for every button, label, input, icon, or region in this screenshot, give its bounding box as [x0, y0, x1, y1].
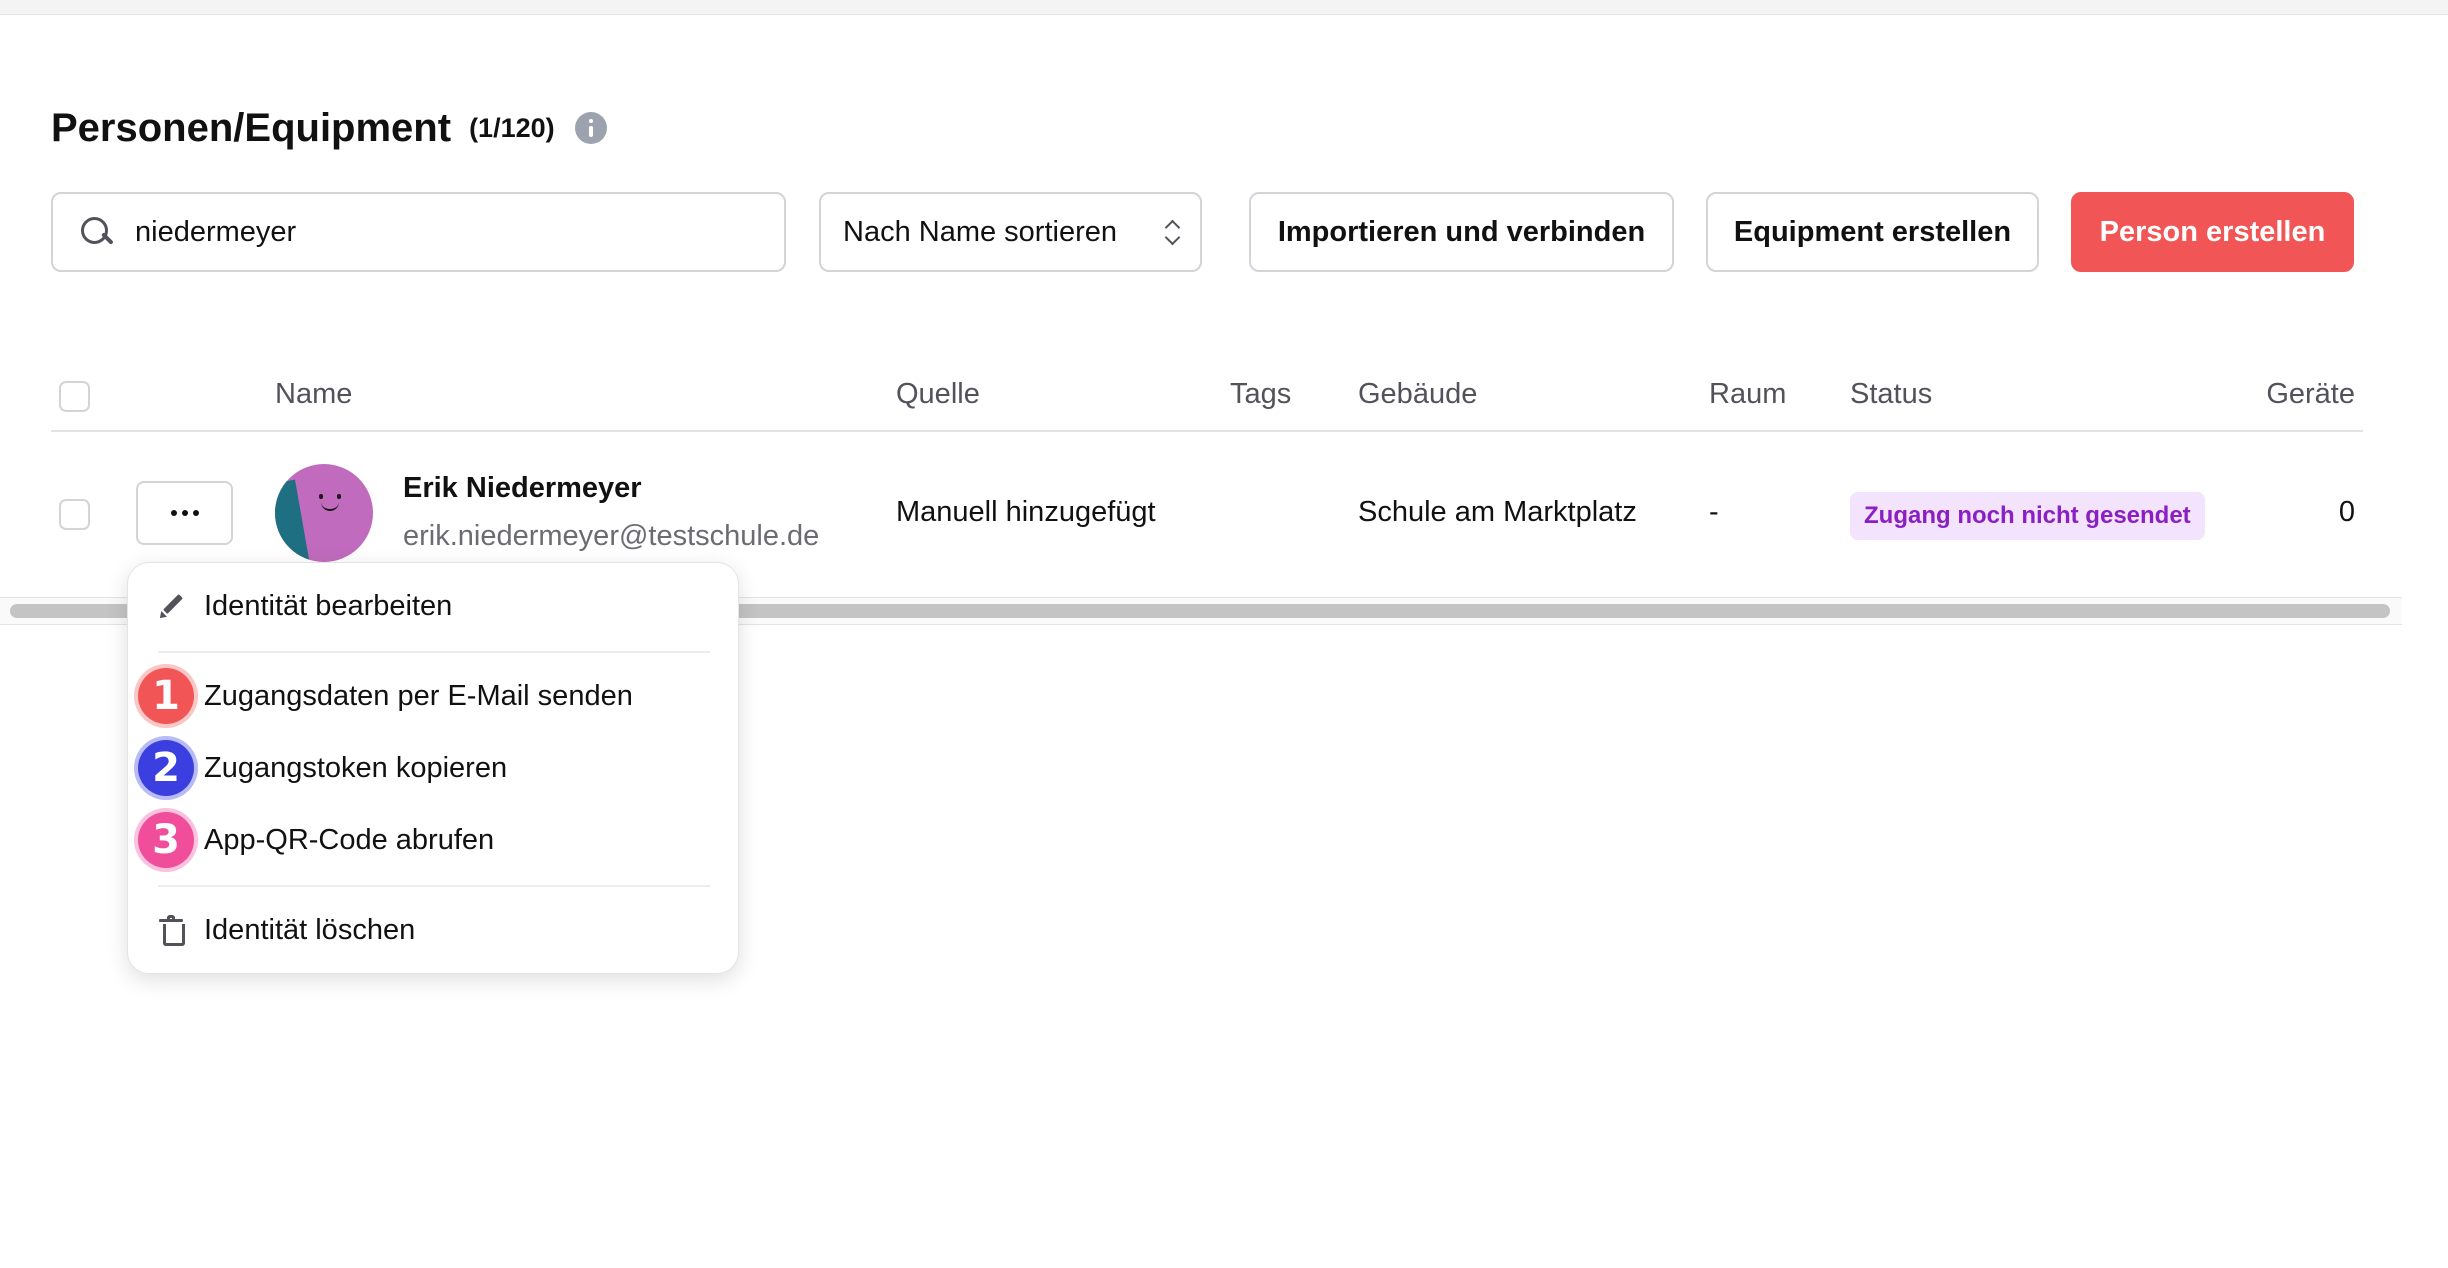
select-all-checkbox[interactable]	[59, 381, 90, 412]
step-badge-2: 2	[138, 740, 194, 796]
column-header-status[interactable]: Status	[1850, 378, 1932, 411]
cell-source: Manuell hinzugefügt	[896, 496, 1156, 528]
row-actions-button[interactable]	[136, 481, 233, 545]
sort-select-label: Nach Name sortieren	[843, 215, 1117, 248]
menu-item-label: Zugangsdaten per E-Mail senden	[204, 679, 633, 712]
menu-item-get-qr-code[interactable]: 3 App-QR-Code abrufen	[128, 807, 740, 873]
top-bar	[0, 0, 2448, 15]
status-badge: Zugang noch nicht gesendet	[1850, 492, 2205, 540]
create-person-button[interactable]: Person erstellen	[2071, 192, 2354, 272]
menu-item-label: Identität bearbeiten	[204, 589, 453, 622]
menu-divider	[158, 651, 710, 653]
cell-building: Schule am Marktplatz	[1358, 496, 1637, 528]
trash-icon	[156, 915, 186, 946]
column-header-source[interactable]: Quelle	[896, 378, 980, 411]
menu-item-label: Identität löschen	[204, 913, 416, 946]
column-header-name[interactable]: Name	[275, 378, 352, 411]
person-email: erik.niedermeyer@testschule.de	[403, 520, 820, 552]
step-badge-3: 3	[138, 812, 194, 868]
menu-item-label: Zugangstoken kopieren	[204, 751, 508, 784]
chevron-updown-icon	[1164, 217, 1180, 247]
column-header-building[interactable]: Gebäude	[1358, 378, 1477, 411]
more-icon	[170, 510, 177, 516]
cell-room: -	[1709, 496, 1719, 528]
search-icon	[79, 215, 113, 249]
search-input[interactable]	[135, 215, 735, 249]
person-name[interactable]: Erik Niedermeyer	[403, 472, 642, 505]
result-count: (1/120)	[469, 112, 555, 143]
column-header-room[interactable]: Raum	[1709, 378, 1786, 411]
import-connect-button[interactable]: Importieren und verbinden	[1249, 192, 1674, 272]
column-header-devices[interactable]: Geräte	[2266, 378, 2355, 411]
step-badge-1: 1	[138, 668, 194, 724]
menu-item-label: App-QR-Code abrufen	[204, 823, 495, 856]
menu-item-copy-token[interactable]: 2 Zugangstoken kopieren	[128, 735, 740, 801]
pencil-icon	[156, 591, 186, 621]
avatar	[275, 464, 373, 562]
sort-select[interactable]: Nach Name sortieren	[819, 192, 1202, 272]
menu-item-edit-identity[interactable]: Identität bearbeiten	[128, 573, 740, 639]
info-icon[interactable]	[574, 112, 607, 144]
menu-item-send-credentials[interactable]: 1 Zugangsdaten per E-Mail senden	[128, 663, 740, 729]
row-checkbox[interactable]	[59, 499, 90, 530]
row-context-menu: Identität bearbeiten 1 Zugangsdaten per …	[127, 562, 739, 974]
page-title: Personen/Equipment	[51, 105, 452, 150]
create-equipment-button[interactable]: Equipment erstellen	[1706, 192, 2039, 272]
search-box[interactable]	[51, 192, 786, 272]
page-header: Personen/Equipment (1/120)	[51, 100, 607, 156]
menu-item-delete-identity[interactable]: Identität löschen	[128, 897, 740, 963]
cell-devices: 0	[2338, 496, 2355, 528]
column-header-tags[interactable]: Tags	[1230, 378, 1291, 411]
table-header: Name Quelle Tags Gebäude Raum Status Ger…	[51, 362, 2363, 432]
menu-divider	[158, 885, 710, 887]
